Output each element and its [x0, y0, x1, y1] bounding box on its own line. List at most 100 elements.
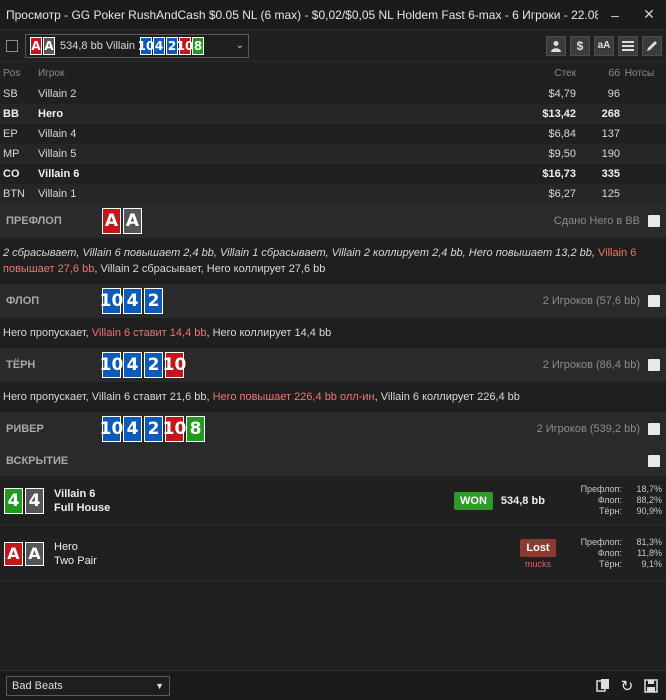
- street-info: 2 Игроков (539,2 bb): [536, 423, 640, 435]
- player-rows: SB Villain 2 $4,79 96 BB Hero $13,42 268 EP Villa…: [0, 84, 666, 204]
- equity-stats: Префлоп: 81,3% Флоп: 11,8% Тёрн: 9,1%: [581, 537, 662, 570]
- note-icon[interactable]: [648, 359, 660, 371]
- cell-name: Villain 5: [38, 148, 77, 160]
- cell-pos: BTN: [3, 188, 25, 200]
- cell-name: Villain 4: [38, 128, 77, 140]
- playing-card: A: [123, 208, 142, 234]
- player-name: Villain 6: [54, 487, 96, 500]
- players-table-header: Pos Игрок Стек бб Нотсы: [0, 62, 666, 84]
- stat-value: 11,8%: [637, 548, 662, 558]
- stat-label: Префлоп:: [580, 537, 622, 547]
- showdown-player: Hero Two Pair: [54, 540, 454, 568]
- cell-name: Hero: [38, 108, 64, 120]
- showdown-row: 44 Villain 6 Full House WON 534,8 bb Пре…: [0, 476, 666, 526]
- col-player: Игрок: [38, 67, 65, 79]
- street-name: ТЁРН: [6, 359, 36, 371]
- close-icon[interactable]: ✕: [632, 6, 666, 23]
- action-text: Hero пропускает,: [3, 327, 92, 339]
- street-cards: AA: [102, 208, 144, 234]
- showdown-row: AA Hero Two Pair Lost mucks Префлоп: 81,3…: [0, 526, 666, 582]
- minimize-icon[interactable]: ‒: [598, 7, 632, 23]
- col-stack: Стек: [554, 67, 576, 79]
- bottom-bar: Bad Beats ▼ ↻: [0, 670, 666, 700]
- stat-value: 90,9%: [636, 506, 662, 516]
- select-checkbox[interactable]: [6, 39, 18, 52]
- playing-card: 10: [137, 36, 155, 55]
- list-icon[interactable]: [618, 35, 638, 56]
- playing-card: A: [43, 36, 55, 55]
- note-icon[interactable]: [648, 423, 660, 435]
- won-badge: WON: [454, 491, 493, 510]
- playing-card: 4: [4, 487, 23, 514]
- stat-value: 18,7%: [636, 484, 662, 494]
- note-icon[interactable]: [648, 295, 660, 307]
- street-showdown: ВСКРЫТИЕ: [0, 446, 666, 476]
- playing-card: 8: [186, 416, 205, 442]
- table-row[interactable]: MP Villain 5 $9,50 190: [0, 144, 666, 164]
- chevron-down-icon: ▼: [155, 680, 164, 691]
- cell-name: Villain 6: [38, 168, 80, 180]
- table-row[interactable]: EP Villain 4 $6,84 137: [0, 124, 666, 144]
- playing-card: 4: [123, 288, 142, 314]
- cell-pos: CO: [3, 168, 20, 180]
- edit-icon[interactable]: [642, 35, 662, 56]
- table-row[interactable]: SB Villain 2 $4,79 96: [0, 84, 666, 104]
- playing-card: 10: [100, 352, 123, 378]
- playing-card: 2: [144, 416, 163, 442]
- chevron-down-icon: ⌄: [235, 40, 244, 51]
- stat-label: Флоп:: [597, 548, 622, 558]
- table-row[interactable]: CO Villain 6 $16,73 335: [0, 164, 666, 184]
- cell-bb: 125: [601, 188, 620, 200]
- player-name: Hero: [54, 540, 78, 553]
- action-text: , Villain 6 коллирует 226,4 bb: [374, 391, 520, 403]
- cell-bb: 268: [601, 108, 620, 120]
- flop-actions: Hero пропускает, Villain 6 ставит 14,4 b…: [0, 318, 666, 348]
- playing-card: A: [4, 541, 23, 566]
- street-name: ФЛОП: [6, 295, 40, 307]
- save-icon[interactable]: [642, 677, 660, 695]
- playing-card: 8: [192, 36, 204, 55]
- cell-bb: 335: [601, 168, 620, 180]
- note-icon[interactable]: [648, 215, 660, 227]
- result: Lost mucks: [513, 538, 563, 569]
- street-cards: 10 4 2 10 8: [100, 416, 207, 442]
- street-info: 2 Игроков (86,4 bb): [542, 359, 640, 371]
- showdown-player: Villain 6 Full House: [54, 487, 454, 515]
- action-highlight: Hero повышает 226,4 bb олл-ин: [212, 391, 375, 403]
- refresh-icon[interactable]: ↻: [618, 677, 636, 695]
- players-table: Pos Игрок Стек бб Нотсы SB Villain 2 $4,79…: [0, 62, 666, 204]
- copy-icon[interactable]: [594, 677, 612, 695]
- player-cards: AA: [4, 541, 46, 566]
- hero-cards: AA: [30, 36, 55, 55]
- street-river: РИВЕР 10 4 2 10 8 2 Игроков (539,2 bb): [0, 412, 666, 446]
- street-name: РИВЕР: [6, 423, 44, 435]
- preflop-actions: 2 сбрасывает, Villain 6 повышает 2,4 bb,…: [0, 238, 666, 284]
- stat-label: Префлоп:: [580, 484, 622, 494]
- street-info: Сдано Hero в BB: [553, 215, 640, 227]
- turn-actions: Hero пропускает, Villain 6 ставит 21,6 b…: [0, 382, 666, 412]
- filter-select-value: Bad Beats: [12, 679, 63, 692]
- note-icon[interactable]: [648, 455, 660, 467]
- cell-stack: $4,79: [548, 88, 576, 100]
- hand-select[interactable]: AA 534,8 bb Villain 6 10 4 2 10 8 ⌄: [25, 33, 249, 58]
- cell-stack: $6,84: [548, 128, 576, 140]
- title-bar: Просмотр - GG Poker RushAndCash $0.05 NL…: [0, 0, 666, 30]
- filter-select[interactable]: Bad Beats ▼: [6, 675, 170, 696]
- stat-label: Тёрн:: [599, 506, 622, 516]
- action-text: , Hero коллирует 14,4 bb: [206, 327, 332, 339]
- stat-value: 81,3%: [636, 537, 662, 547]
- font-size-icon[interactable]: aA: [594, 35, 614, 56]
- player-hand: Full House: [54, 501, 111, 514]
- stat-label: Флоп:: [597, 495, 622, 505]
- table-row[interactable]: BTN Villain 1 $6,27 125: [0, 184, 666, 204]
- playing-card: A: [30, 36, 42, 55]
- toolbar: AA 534,8 bb Villain 6 10 4 2 10 8 ⌄ $ aA: [0, 30, 666, 62]
- playing-card: 10: [163, 416, 186, 442]
- cell-pos: MP: [3, 148, 20, 160]
- cell-stack: $13,42: [542, 108, 576, 120]
- showdown-list: 44 Villain 6 Full House WON 534,8 bb Пре…: [0, 476, 666, 582]
- dollar-icon[interactable]: $: [570, 35, 590, 56]
- cell-pos: BB: [3, 108, 19, 120]
- user-icon[interactable]: [546, 35, 566, 56]
- table-row[interactable]: BB Hero $13,42 268: [0, 104, 666, 124]
